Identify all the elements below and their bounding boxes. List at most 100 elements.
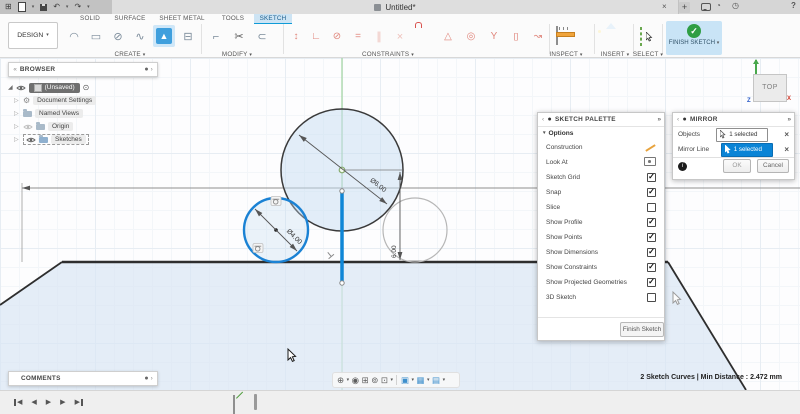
spline-tool-icon[interactable]: ∿ (130, 27, 150, 47)
mirror-line-selection-button[interactable]: 1 selected (721, 143, 773, 157)
browser-item-document-settings[interactable]: ▷ ⚙ Document Settings (8, 94, 158, 107)
undo-caret-icon[interactable]: ▾ (66, 5, 69, 10)
panel-pin-icon[interactable]: ● (144, 375, 147, 382)
file-caret-icon[interactable]: ▾ (32, 5, 35, 10)
inspect-tool-icon[interactable] (556, 27, 558, 45)
tab-sketch[interactable]: SKETCH (254, 14, 292, 24)
timeline-skip-start-button[interactable]: ◀ (14, 399, 22, 406)
curvature-constraint-icon[interactable]: ↝ (528, 27, 548, 47)
item-label[interactable]: Named Views (35, 109, 83, 118)
browser-item-origin[interactable]: ▷ Origin (8, 120, 158, 133)
undo-icon[interactable]: ↶ (53, 3, 60, 11)
show-projected-checkbox[interactable]: ✓ (647, 278, 656, 287)
info-icon[interactable]: i (678, 162, 687, 171)
tab-tools[interactable]: TOOLS (216, 14, 250, 23)
fit-icon[interactable]: ⊡ (381, 376, 388, 385)
equal-constraint-icon[interactable]: = (348, 27, 368, 47)
save-icon[interactable] (40, 4, 47, 11)
timeline-play-button[interactable]: ▶ (46, 399, 51, 406)
grid-settings-icon[interactable]: ▦ (417, 376, 425, 385)
arc-tool-icon[interactable]: ◠ (64, 27, 84, 47)
document-tab[interactable]: Untitled* (112, 0, 679, 14)
component-filter-icon[interactable]: ◢ (8, 84, 13, 91)
file-icon[interactable] (18, 2, 26, 12)
circle-tool-icon[interactable]: ⊘ (108, 27, 128, 47)
expand-icon[interactable]: › (151, 375, 153, 382)
pan-icon[interactable]: ⊞ (362, 376, 369, 385)
expand-caret-icon[interactable]: ▷ (14, 97, 20, 104)
design-workspace-dropdown[interactable]: DESIGN ▾ (8, 22, 58, 49)
offset-tool-icon[interactable]: ⊂ (252, 27, 272, 47)
expand-icon[interactable]: » (787, 116, 790, 123)
ok-button[interactable]: OK (723, 159, 751, 173)
tangent-constraint-icon[interactable] (271, 197, 281, 206)
tab-close-icon[interactable]: × (662, 2, 667, 11)
item-label[interactable]: Sketches (51, 135, 86, 144)
chevron-down-icon[interactable]: ▾ (347, 378, 350, 383)
perpendicular-constraint-tool-icon[interactable]: ∟ (306, 27, 326, 47)
show-dimensions-checkbox[interactable]: ✓ (647, 248, 656, 257)
clear-objects-icon[interactable]: × (784, 130, 789, 139)
visibility-eye-icon[interactable] (23, 123, 33, 131)
mirror-line-endpoint-top[interactable] (340, 189, 344, 193)
dimension-constraint-icon[interactable]: ↕ (286, 27, 306, 47)
tab-solid[interactable]: SOLID (72, 14, 108, 23)
visibility-eye-icon[interactable] (16, 84, 26, 92)
constraints-group-label[interactable]: CONSTRAINTS ▾ (353, 51, 423, 58)
parallel-constraint-icon[interactable]: ∥ (369, 27, 389, 47)
perpendicular-constraint-icon[interactable] (325, 250, 334, 259)
symmetry-constraint-icon[interactable]: × (390, 27, 410, 47)
polygon-constraint-icon[interactable]: △ (438, 27, 458, 47)
tangent-constraint-icon[interactable] (253, 244, 263, 253)
item-label[interactable]: Document Settings (33, 96, 96, 105)
history-clock-icon[interactable]: ◷ (732, 2, 739, 10)
slot-tool-icon[interactable]: ⊟ (178, 27, 198, 47)
collapse-icon[interactable]: ‹ (677, 116, 679, 123)
chevron-down-icon[interactable]: ▾ (427, 378, 430, 383)
chevron-down-icon[interactable]: ▾ (411, 378, 414, 383)
comments-header[interactable]: COMMENTS ● › (8, 371, 158, 386)
show-profile-checkbox[interactable]: ✓ (647, 218, 656, 227)
modify-group-label[interactable]: MODIFY ▾ (207, 51, 267, 58)
timeline-step-back-button[interactable]: ◀ (31, 399, 36, 406)
look-at-icon[interactable] (644, 157, 656, 168)
clear-mirror-line-icon[interactable]: × (784, 145, 789, 154)
select-tool-icon[interactable] (640, 28, 642, 46)
sketch-palette-header[interactable]: ‹ ● SKETCH PALETTE » (538, 113, 664, 127)
expand-caret-icon[interactable]: ▷ (14, 123, 20, 130)
rectangle-tool-icon[interactable]: ▭ (86, 27, 106, 47)
activate-radio-icon[interactable]: ⊙ (83, 83, 90, 92)
expand-caret-icon[interactable]: ▷ (14, 110, 20, 117)
collapse-icon[interactable]: ‹ (542, 116, 544, 123)
timeline-position-marker[interactable] (254, 394, 257, 410)
app-grid-icon[interactable]: ⊞ (5, 3, 12, 11)
expand-icon[interactable]: » (657, 116, 660, 123)
display-settings-icon[interactable]: ▣ (401, 376, 409, 385)
finish-sketch-palette-button[interactable]: Finish Sketch (620, 322, 664, 337)
timeline-step-forward-button[interactable]: ▶ (60, 399, 65, 406)
show-constraints-checkbox[interactable]: ✓ (647, 263, 656, 272)
tab-surface[interactable]: SURFACE (108, 14, 152, 23)
visibility-eye-icon[interactable] (26, 136, 36, 144)
panel-pin-icon[interactable]: ● (144, 66, 147, 73)
chevron-down-icon[interactable]: ▾ (390, 378, 393, 383)
show-points-checkbox[interactable]: ✓ (647, 233, 656, 242)
select-group-label[interactable]: SELECT ▾ (626, 51, 670, 58)
browser-header[interactable]: » BROWSER ● › (8, 62, 158, 77)
new-tab-button[interactable]: + (679, 2, 690, 13)
tab-sheet-metal[interactable]: SHEET METAL (154, 14, 210, 23)
snap-checkbox[interactable]: ✓ (647, 188, 656, 197)
mirror-dialog-header[interactable]: ‹ ● MIRROR » (673, 113, 794, 127)
slice-checkbox[interactable] (647, 203, 656, 212)
viewports-icon[interactable]: ▤ (432, 376, 440, 385)
concentric-constraint-icon[interactable]: ◎ (461, 27, 481, 47)
construction-icon[interactable] (645, 144, 656, 151)
finish-sketch-button[interactable]: ✓ FINISH SKETCH ▾ (666, 21, 722, 55)
mirror-line-endpoint-bottom[interactable] (340, 281, 344, 285)
orbit-icon[interactable]: ⊕ (337, 376, 344, 385)
polygon-tool-active[interactable]: ▲ (153, 25, 175, 47)
comment-icon[interactable] (701, 3, 711, 11)
browser-item-sketches[interactable]: ▷ Sketches (8, 133, 158, 146)
sketch-grid-checkbox[interactable]: ✓ (647, 173, 656, 182)
objects-selection-button[interactable]: 1 selected (716, 128, 768, 142)
